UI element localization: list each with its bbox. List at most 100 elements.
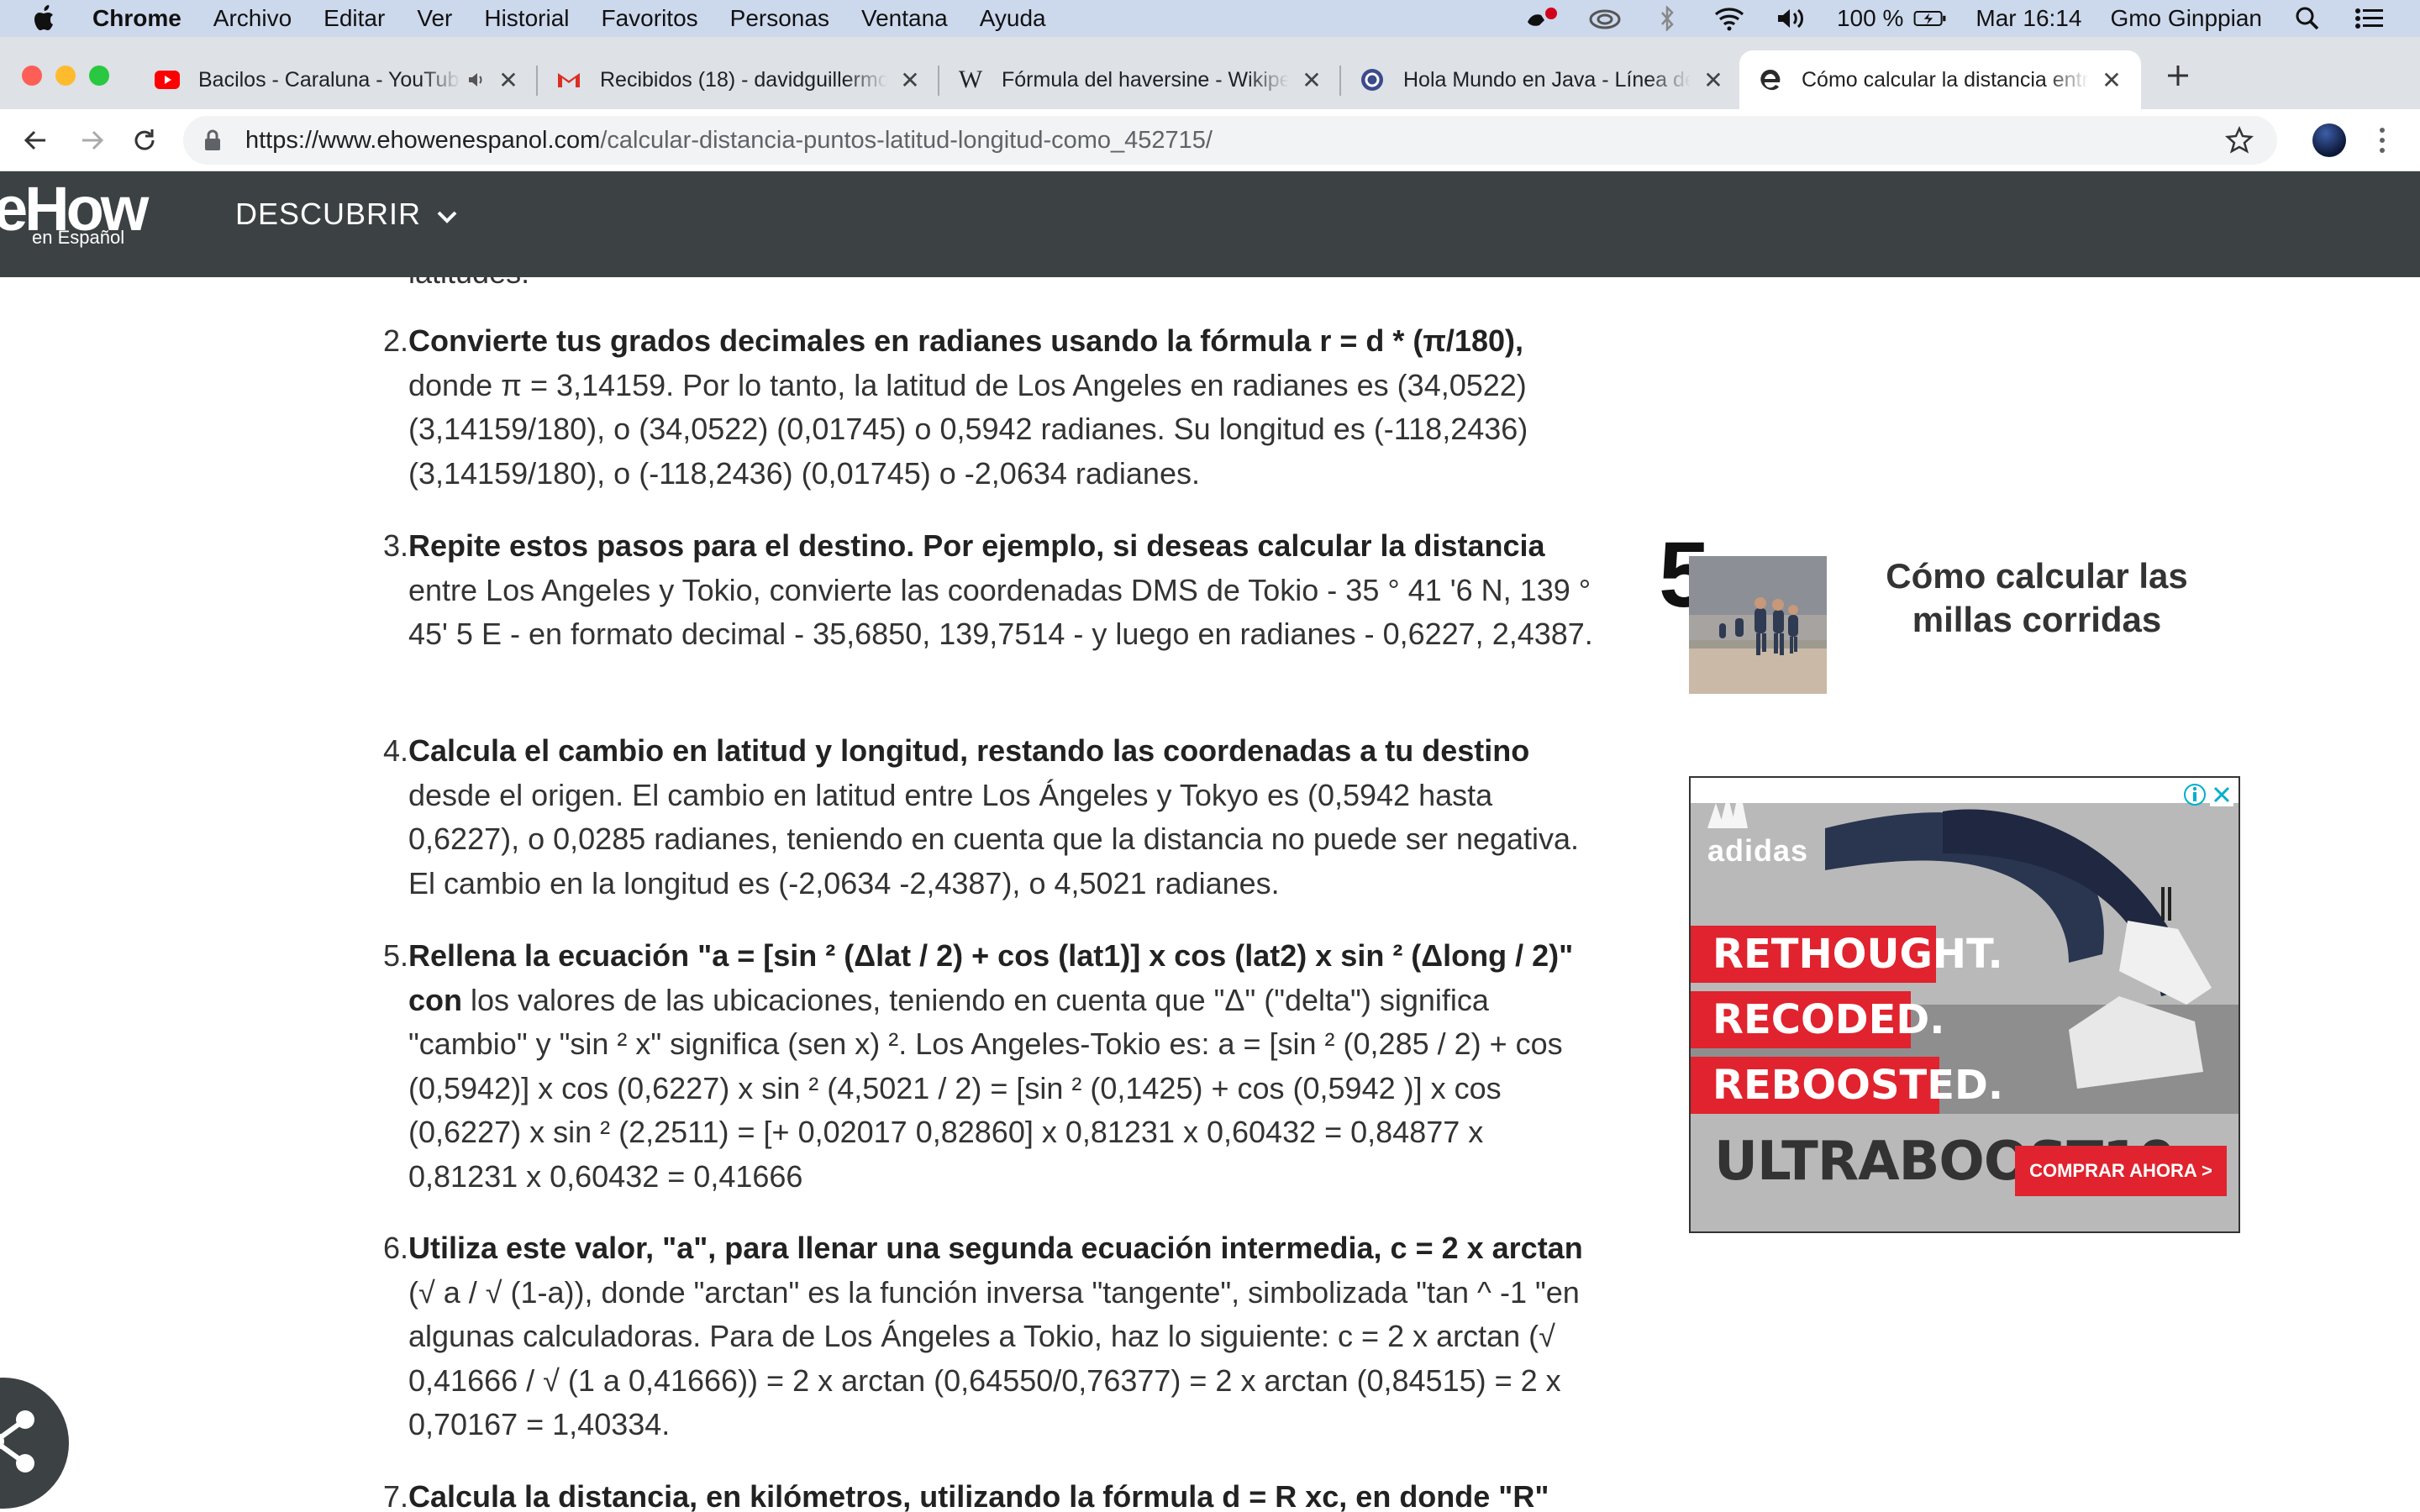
profile-avatar[interactable] — [2312, 123, 2346, 157]
step-lead: Calcula la distancia, en kilómetros, uti… — [408, 1479, 1549, 1512]
close-window-button[interactable] — [22, 66, 42, 86]
browser-toolbar: https://www.ehowenespanol.com/calcular-d… — [0, 109, 2420, 171]
step-text: desde el origen. El cambio en latitud en… — [408, 777, 1580, 900]
step-lead: Convierte tus grados decimales en radian… — [408, 323, 1523, 358]
volume-icon[interactable] — [1775, 6, 1808, 31]
advertisement[interactable]: adidas RETHOUGHT. RECODED. REBOOSTED. UL… — [1689, 776, 2240, 1233]
forward-button[interactable] — [76, 123, 109, 157]
tab-ehow-active[interactable]: Cómo calcular la distancia entre ✕ — [1739, 50, 2141, 109]
wifi-icon[interactable] — [1712, 6, 1746, 31]
menu-clock[interactable]: Mar 16:14 — [1975, 5, 2081, 32]
close-tab-icon[interactable]: ✕ — [1702, 67, 1724, 93]
article-content: latitudes. 2. Convierte tus grados decim… — [0, 277, 2420, 1512]
tab-title: Recibidos (18) - davidguillermo — [600, 67, 887, 92]
article-step: 3. Repite estos pasos para el destino. P… — [375, 524, 1593, 657]
tab-gmail[interactable]: Recibidos (18) - davidguillermo ✕ — [538, 50, 939, 109]
maximize-window-button[interactable] — [89, 66, 109, 86]
menu-ayuda[interactable]: Ayuda — [980, 5, 1046, 32]
close-tab-icon[interactable]: ✕ — [497, 67, 519, 93]
step-number: 2. — [382, 323, 408, 358]
menu-user[interactable]: Gmo Ginppian — [2110, 5, 2262, 32]
step-lead: Repite estos pasos para el destino. Por … — [408, 528, 1545, 563]
related-thumbnail[interactable] — [1689, 556, 1827, 694]
wikipedia-icon: W — [958, 66, 983, 93]
tab-wikipedia[interactable]: W Fórmula del haversine - Wikipedia ✕ — [939, 50, 1341, 109]
article-step: 7. Calcula la distancia, en kilómetros, … — [375, 1475, 1593, 1512]
tab-title: Fórmula del haversine - Wikipedia — [1002, 67, 1289, 92]
step-text: los valores de las ubicaciones, teniendo… — [408, 982, 1563, 1194]
speaker-icon[interactable] — [467, 67, 486, 92]
step-text: donde π = 3,14159. Por lo tanto, la lati… — [408, 367, 1528, 491]
close-tab-icon[interactable]: ✕ — [2101, 67, 2123, 93]
macos-menu-bar: Chrome Archivo Editar Ver Historial Favo… — [0, 0, 2420, 37]
url-path: /calcular-distancia-puntos-latitud-longi… — [600, 126, 1213, 154]
step-text: (√ a / √ (1-a)), donde "arctan" es la fu… — [408, 1274, 1580, 1442]
article-step: 5. Rellena la ecuación "a = [sin ² (Δlat… — [375, 934, 1593, 1199]
tab-youtube[interactable]: Bacilos - Caraluna - YouTube ✕ — [136, 50, 538, 109]
tab-title: Cómo calcular la distancia entre — [1802, 67, 2089, 92]
ehow-icon — [1758, 67, 1783, 92]
ad-buy-button[interactable]: COMPRAR AHORA > — [2015, 1146, 2227, 1196]
close-tab-icon[interactable]: ✕ — [1301, 67, 1323, 93]
tab-title: Hola Mundo en Java - Línea de — [1403, 67, 1691, 92]
step-number: 4. — [382, 733, 408, 768]
discover-menu[interactable]: DESCUBRIR — [235, 193, 460, 235]
ad-headline-1: RETHOUGHT. — [1691, 926, 2003, 983]
menu-ventana[interactable]: Ventana — [861, 5, 948, 32]
bookmark-star-icon[interactable] — [2225, 125, 2254, 155]
gmail-icon — [556, 67, 581, 92]
menu-archivo[interactable]: Archivo — [213, 5, 292, 32]
address-bar[interactable]: https://www.ehowenespanol.com/calcular-d… — [183, 116, 2277, 165]
step-lead: Utiliza este valor, "a", para llenar una… — [408, 1231, 1583, 1265]
status-app-icon[interactable] — [1526, 6, 1560, 31]
close-tab-icon[interactable]: ✕ — [899, 67, 921, 93]
ad-brand-logo: adidas — [1707, 833, 1809, 868]
article-step: 4. Calcula el cambio en latitud y longit… — [375, 729, 1593, 906]
site-icon — [1360, 67, 1385, 92]
notification-center-icon[interactable] — [2353, 6, 2386, 31]
article-step: 2. Convierte tus grados decimales en rad… — [375, 319, 1593, 496]
article-step: 6. Utiliza este valor, "a", para llenar … — [375, 1226, 1593, 1447]
bluetooth-icon[interactable] — [1650, 6, 1684, 31]
step-number: 5. — [382, 938, 408, 973]
discover-label: DESCUBRIR — [235, 197, 422, 231]
minimize-window-button[interactable] — [55, 66, 76, 86]
reload-button[interactable] — [128, 123, 161, 157]
step-number: 3. — [382, 528, 408, 563]
clipped-text: latitudes. — [408, 277, 529, 291]
battery-percent: 100 % — [1836, 5, 1904, 31]
browser-tab-strip: Bacilos - Caraluna - YouTube ✕ Recibidos… — [0, 37, 2420, 109]
tab-title: Bacilos - Caraluna - YouTube — [198, 67, 460, 92]
menu-ver[interactable]: Ver — [417, 5, 452, 32]
lock-icon[interactable] — [203, 128, 224, 153]
creative-cloud-icon[interactable] — [1588, 6, 1622, 31]
url-domain: https://www.ehowenespanol.com — [245, 126, 601, 154]
ad-headline-3: REBOOSTED. — [1691, 1057, 2003, 1114]
back-button[interactable] — [18, 123, 52, 157]
share-icon — [0, 1408, 40, 1479]
menu-editar[interactable]: Editar — [324, 5, 385, 32]
menu-favoritos[interactable]: Favoritos — [602, 5, 698, 32]
adchoices-icon[interactable] — [2183, 783, 2207, 806]
tab-java[interactable]: Hola Mundo en Java - Línea de ✕ — [1341, 50, 1743, 109]
spotlight-search-icon[interactable] — [2291, 6, 2324, 31]
step-number: 6. — [382, 1231, 408, 1265]
step-number: 7. — [382, 1479, 408, 1512]
menu-personas[interactable]: Personas — [730, 5, 829, 32]
youtube-icon — [155, 67, 180, 92]
new-tab-button[interactable] — [2161, 59, 2195, 92]
apple-icon[interactable] — [34, 5, 67, 32]
ad-headline-2: RECODED. — [1691, 991, 1945, 1048]
close-ad-icon[interactable] — [2210, 783, 2233, 806]
chevron-down-icon — [434, 202, 460, 227]
step-text: entre Los Angeles y Tokio, convierte las… — [408, 572, 1593, 652]
menu-historial[interactable]: Historial — [484, 5, 569, 32]
chrome-menu-button[interactable] — [2370, 123, 2395, 157]
battery-icon[interactable] — [1913, 6, 1947, 31]
site-header: eHow en Español DESCUBRIR — [0, 171, 2420, 277]
url-text[interactable]: https://www.ehowenespanol.com/calcular-d… — [245, 127, 1213, 155]
related-article-title[interactable]: Cómo calcular las millas corridas — [1849, 554, 2225, 642]
app-name[interactable]: Chrome — [92, 5, 182, 32]
logo-subtext: en Español — [32, 227, 125, 248]
step-lead: Calcula el cambio en latitud y longitud,… — [408, 733, 1530, 768]
